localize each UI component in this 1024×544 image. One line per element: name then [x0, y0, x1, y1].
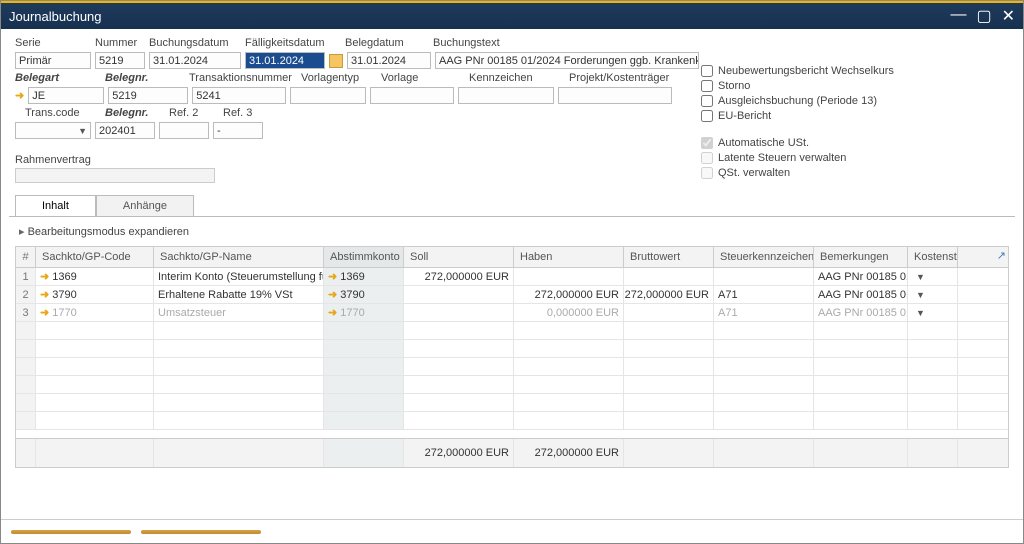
link-arrow-icon[interactable]: ➜	[328, 288, 337, 301]
expand-edit-mode[interactable]: Bearbeitungsmodus expandieren	[15, 223, 1009, 240]
col-index[interactable]: #	[16, 247, 36, 267]
rahmenvertrag-field[interactable]	[15, 168, 215, 183]
belegart-field[interactable]: JE	[28, 87, 104, 104]
serie-field[interactable]: Primär	[15, 52, 91, 69]
table-row[interactable]	[16, 394, 1008, 412]
belegnr2-field[interactable]: 202401	[95, 122, 155, 139]
window-controls: — ▢ ✕	[950, 6, 1015, 26]
kennzeichen-field[interactable]	[458, 87, 554, 104]
col-name[interactable]: Sachkto/GP-Name	[154, 247, 324, 267]
buchungstext-field[interactable]: AAG PNr 00185 01/2024 Forderungen ggb. K…	[435, 52, 699, 69]
belegnr-label: Belegnr.	[105, 72, 185, 84]
table-row[interactable]	[16, 412, 1008, 430]
transaktionsnummer-field[interactable]: 5241	[192, 87, 286, 104]
rahmenvertrag-label: Rahmenvertrag	[15, 154, 1023, 166]
total-haben: 272,000000 EUR	[514, 439, 624, 467]
vorlagentyp-field[interactable]	[290, 87, 366, 104]
buchungsdatum-field[interactable]: 31.01.2024	[149, 52, 241, 69]
table-row[interactable]: 3➜ 1770Umsatzsteuer➜ 17700,000000 EURA71…	[16, 304, 1008, 322]
tab-anhaenge[interactable]: Anhänge	[96, 195, 194, 216]
action-button[interactable]	[11, 530, 131, 534]
ref3-field[interactable]: -	[213, 122, 263, 139]
latente-checkbox: Latente Steuern verwalten	[701, 152, 846, 164]
storno-checkbox[interactable]: Storno	[701, 80, 894, 92]
autoust-checkbox: Automatische USt.	[701, 137, 846, 149]
tab-body: Bearbeitungsmodus expandieren ↗ # Sachkt…	[9, 216, 1015, 474]
vorlagentyp-label: Vorlagentyp	[301, 72, 377, 84]
titlebar: Journalbuchung — ▢ ✕	[1, 1, 1023, 29]
col-kostenstelle[interactable]: Kostenst...	[908, 247, 958, 267]
table-row[interactable]: 1➜ 1369Interim Konto (Steuerumstellung f…	[16, 268, 1008, 286]
vorlage-field[interactable]	[370, 87, 454, 104]
col-bemerkungen[interactable]: Bemerkungen	[814, 247, 908, 267]
close-icon[interactable]: ✕	[1002, 6, 1015, 26]
tabs: Inhalt Anhänge	[15, 195, 1023, 216]
header-area: Serie Nummer Buchungsdatum Fälligkeitsda…	[1, 29, 1023, 146]
minimize-icon[interactable]: —	[950, 6, 966, 26]
link-arrow-icon[interactable]: ➜	[40, 270, 49, 283]
projekt-label: Projekt/Kostenträger	[569, 72, 689, 84]
neubewertung-checkbox[interactable]: Neubewertungsbericht Wechselkurs	[701, 65, 894, 77]
table-row[interactable]	[16, 358, 1008, 376]
table-row[interactable]: 2➜ 3790Erhaltene Rabatte 19% VSt➜ 379027…	[16, 286, 1008, 304]
lines-grid: ↗ # Sachkto/GP-Code Sachkto/GP-Name Abst…	[15, 246, 1009, 468]
faelligkeitsdatum-label: Fälligkeitsdatum	[245, 37, 341, 49]
ausgleich-checkbox[interactable]: Ausgleichsbuchung (Periode 13)	[701, 95, 894, 107]
grid-header: # Sachkto/GP-Code Sachkto/GP-Name Abstim…	[16, 247, 1008, 268]
serie-label: Serie	[15, 37, 91, 49]
nummer-label: Nummer	[95, 37, 145, 49]
col-abstimmkonto[interactable]: Abstimmkonto	[324, 247, 404, 267]
table-row[interactable]	[16, 340, 1008, 358]
table-row[interactable]	[16, 322, 1008, 340]
disabled-checkboxes: Automatische USt. Latente Steuern verwal…	[701, 137, 846, 182]
col-haben[interactable]: Haben	[514, 247, 624, 267]
link-arrow-icon[interactable]: ➜	[328, 306, 337, 319]
belegdatum-field[interactable]: 31.01.2024	[347, 52, 431, 69]
tab-inhalt[interactable]: Inhalt	[15, 195, 96, 216]
bottom-bar	[1, 519, 1023, 543]
link-arrow-icon[interactable]: ➜	[15, 89, 24, 102]
nummer-field[interactable]: 5219	[95, 52, 145, 69]
ref2-label: Ref. 2	[169, 107, 219, 119]
eubericht-checkbox[interactable]: EU-Bericht	[701, 110, 894, 122]
journal-entry-window: Journalbuchung — ▢ ✕ Serie Nummer Buchun…	[0, 0, 1024, 544]
grid-footer: 272,000000 EUR 272,000000 EUR	[16, 438, 1008, 467]
link-arrow-icon[interactable]: ➜	[40, 306, 49, 319]
vorlage-label: Vorlage	[381, 72, 465, 84]
belegnr-field[interactable]: 5219	[108, 87, 188, 104]
link-arrow-icon[interactable]: ➜	[328, 270, 337, 283]
grid-body: 1➜ 1369Interim Konto (Steuerumstellung f…	[16, 268, 1008, 438]
col-brutto[interactable]: Bruttowert	[624, 247, 714, 267]
calendar-icon[interactable]	[329, 54, 343, 68]
transcode-label: Trans.code	[25, 107, 101, 119]
col-code[interactable]: Sachkto/GP-Code	[36, 247, 154, 267]
ref2-field[interactable]	[159, 122, 209, 139]
table-row[interactable]	[16, 376, 1008, 394]
options-checkboxes: Neubewertungsbericht Wechselkurs Storno …	[701, 65, 894, 125]
col-steuer[interactable]: Steuerkennzeichen	[714, 247, 814, 267]
window-title: Journalbuchung	[9, 9, 102, 24]
buchungsdatum-label: Buchungsdatum	[149, 37, 241, 49]
projekt-field[interactable]	[558, 87, 672, 104]
total-soll: 272,000000 EUR	[404, 439, 514, 467]
kennzeichen-label: Kennzeichen	[469, 72, 565, 84]
col-soll[interactable]: Soll	[404, 247, 514, 267]
belegart-label: Belegart	[15, 72, 101, 84]
faelligkeitsdatum-field[interactable]: 31.01.2024	[245, 52, 325, 69]
belegdatum-label: Belegdatum	[345, 37, 429, 49]
transcode-field[interactable]: ▼	[15, 122, 91, 139]
grid-expand-icon[interactable]: ↗	[997, 249, 1006, 262]
belegnr2-label: Belegnr.	[105, 107, 165, 119]
qst-checkbox: QSt. verwalten	[701, 167, 846, 179]
action-button[interactable]	[141, 530, 261, 534]
transaktionsnummer-label: Transaktionsnummer	[189, 72, 297, 84]
maximize-icon[interactable]: ▢	[976, 6, 991, 26]
ref3-label: Ref. 3	[223, 107, 273, 119]
link-arrow-icon[interactable]: ➜	[40, 288, 49, 301]
buchungstext-label: Buchungstext	[433, 37, 633, 49]
